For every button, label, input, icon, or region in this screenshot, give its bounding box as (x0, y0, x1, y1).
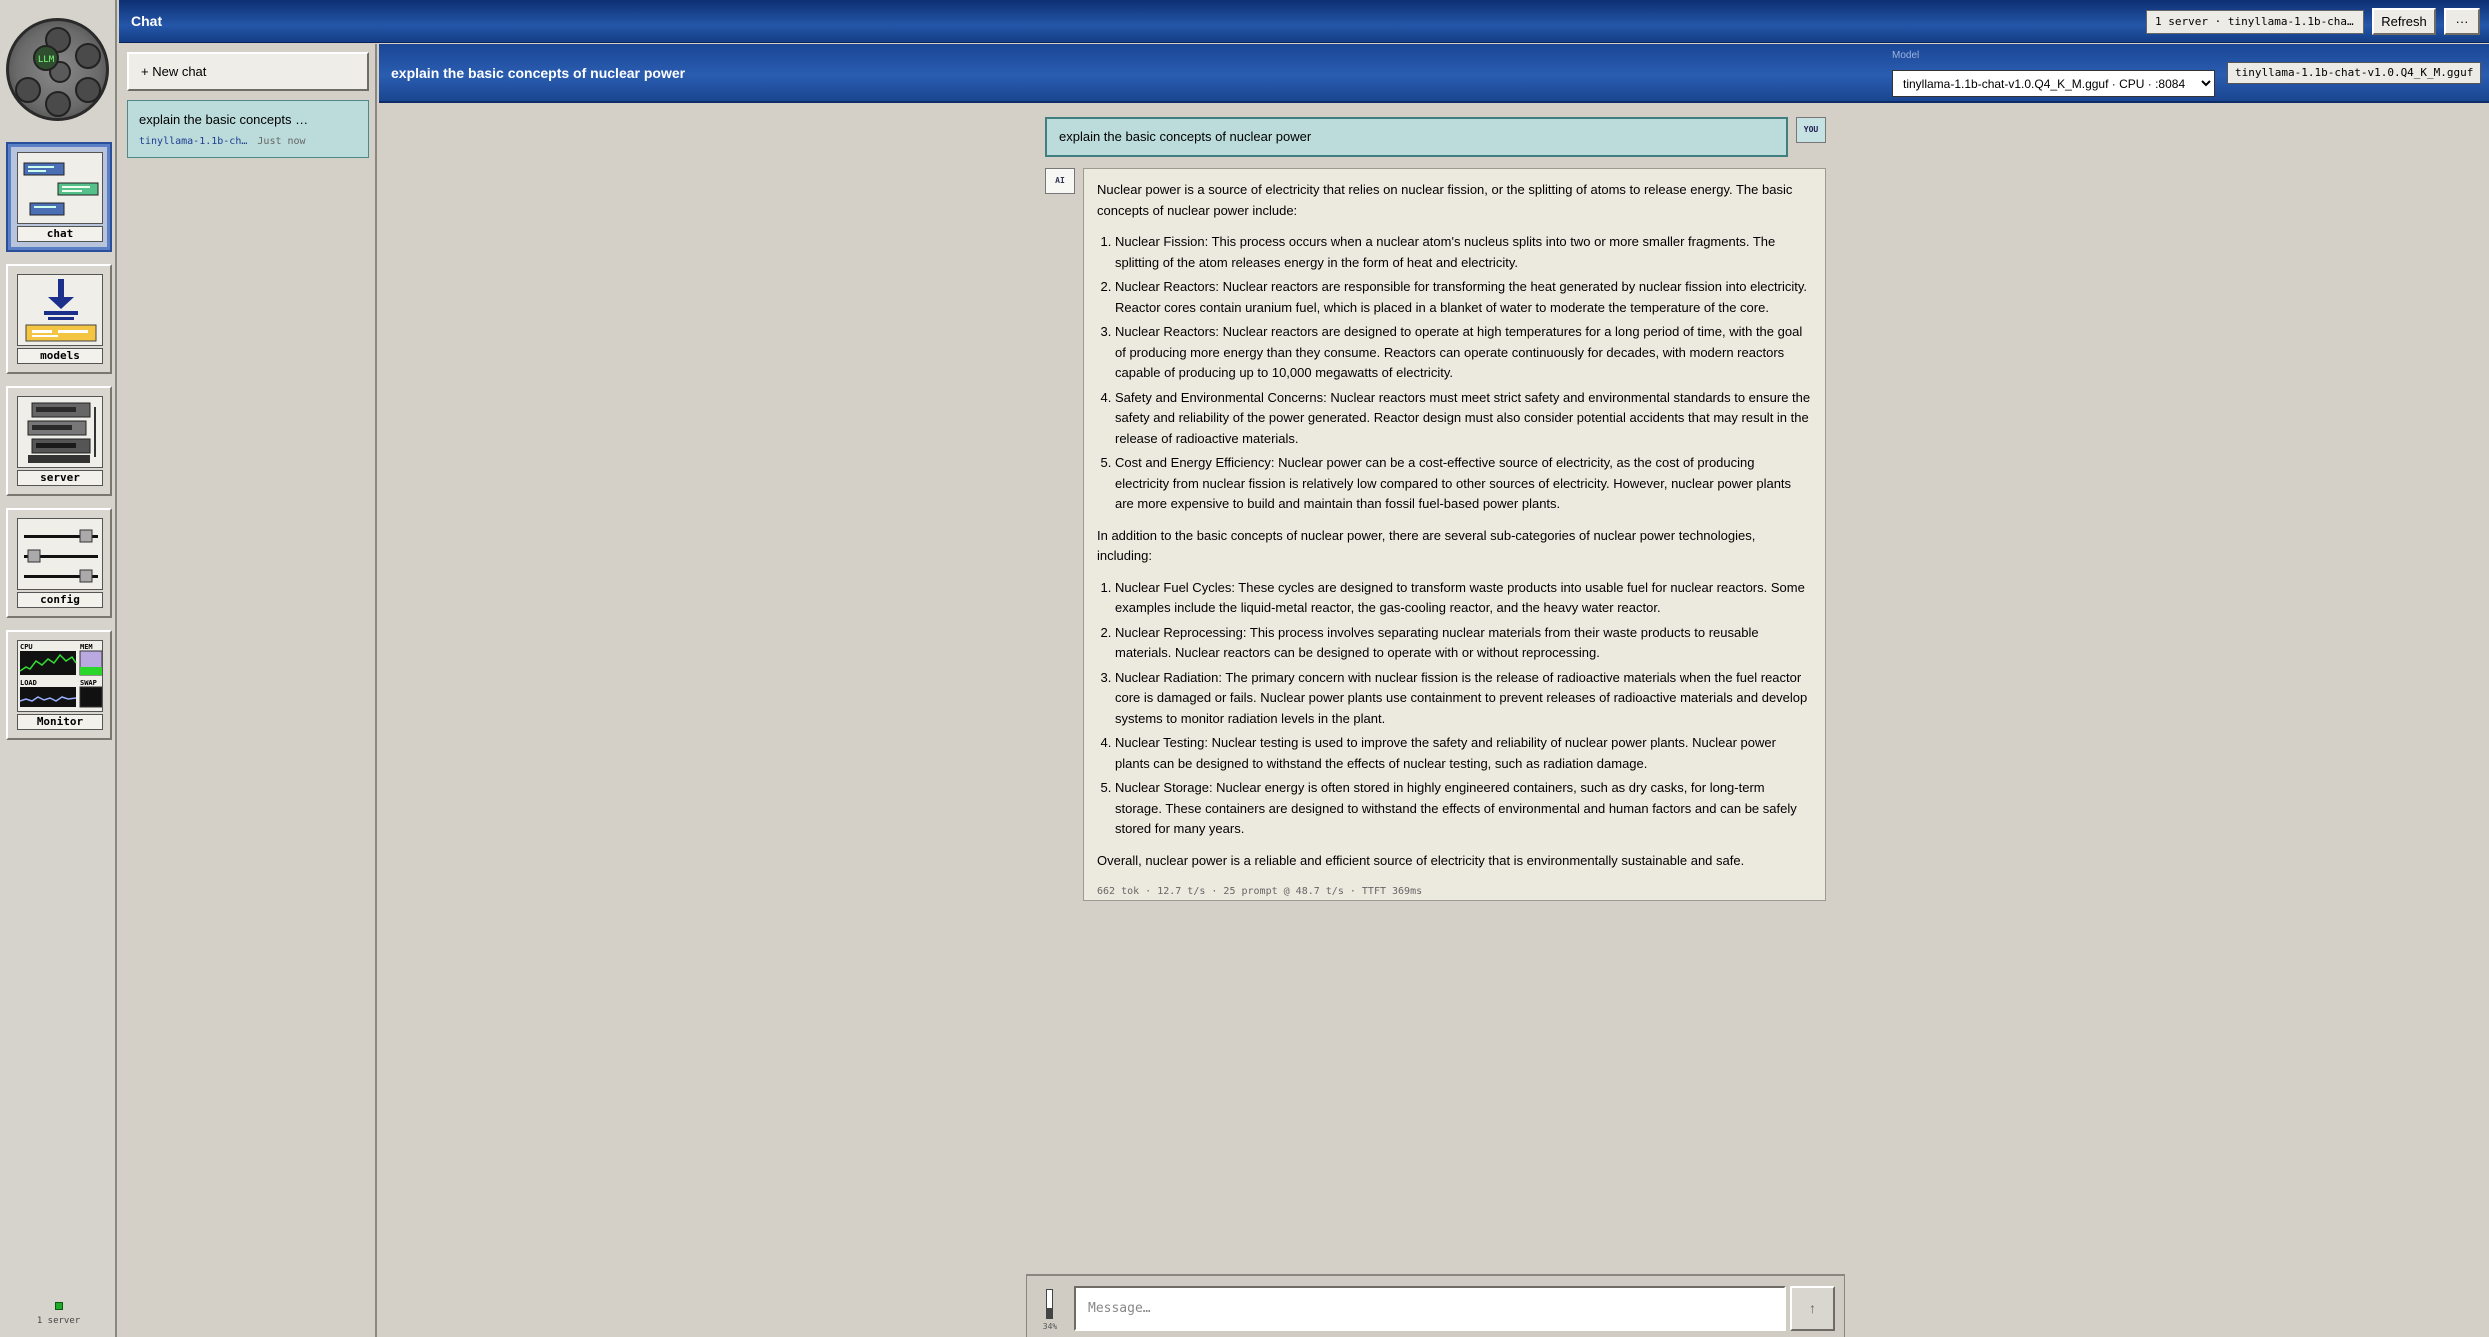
list-item: Nuclear Reactors: Nuclear reactors are r… (1115, 277, 1812, 318)
conversation-meta: tinyllama-1.1b-ch… Just now (139, 136, 306, 147)
server-status: 1 server (0, 1302, 117, 1326)
app-dock: LLM chat models server config CPU MEM LO… (0, 0, 117, 1337)
list-item: Nuclear Reactors: Nuclear reactors are d… (1115, 322, 1812, 384)
refresh-button[interactable]: Refresh (2372, 8, 2436, 35)
dock-item-server[interactable]: server (6, 386, 112, 496)
cpu-label: CPU (20, 643, 33, 651)
list-item: Nuclear Testing: Nuclear testing is used… (1115, 733, 1812, 774)
window-title: Chat (131, 13, 163, 29)
logo-chamber (75, 77, 101, 103)
model-select[interactable]: tinyllama-1.1b-chat-v1.0.Q4_K_M.gguf · C… (1892, 70, 2215, 97)
title-bar: Chat 1 server · tinyllama-1.1b-cha… Refr… (119, 0, 2489, 43)
dock-item-models[interactable]: models (6, 264, 112, 374)
sliders-icon (17, 518, 103, 590)
dock-item-label: chat (17, 226, 103, 242)
new-chat-button[interactable]: + New chat (127, 52, 369, 91)
list-item: Nuclear Reprocessing: This process invol… (1115, 623, 1812, 664)
conversation-time: Just now (257, 136, 306, 147)
generation-stats: 662 tok · 12.7 t/s · 25 prompt @ 48.7 t/… (1097, 886, 1423, 897)
logo-chamber (75, 43, 101, 69)
conversation-model: tinyllama-1.1b-ch… (139, 136, 248, 147)
chat-header: explain the basic concepts of nuclear po… (379, 44, 2489, 103)
server-pill[interactable]: 1 server · tinyllama-1.1b-cha… (2146, 10, 2364, 34)
logo-label: LLM (33, 45, 59, 71)
send-button[interactable]: ↑ (1790, 1286, 1835, 1331)
swap-label: SWAP (80, 679, 97, 687)
logo-chamber (45, 91, 71, 117)
dock-item-label: models (17, 348, 103, 364)
list-item: Cost and Energy Efficiency: Nuclear powe… (1115, 453, 1812, 515)
logo-chamber (15, 77, 41, 103)
dock-item-label: config (17, 592, 103, 608)
context-percent: 34% (1042, 1322, 1058, 1331)
dock-item-config[interactable]: config (6, 508, 112, 618)
user-badge: YOU (1796, 117, 1826, 143)
chat-title: explain the basic concepts of nuclear po… (391, 65, 686, 81)
ai-middle: In addition to the basic concepts of nuc… (1097, 527, 1756, 564)
conversation-item[interactable]: explain the basic concepts … tinyllama-1… (127, 100, 369, 158)
model-label: Model (1892, 50, 1920, 61)
list-item: Nuclear Fuel Cycles: These cycles are de… (1115, 578, 1812, 619)
user-message: explain the basic concepts of nuclear po… (1045, 117, 1788, 157)
mem-label: MEM (80, 643, 93, 651)
app-logo: LLM (6, 18, 109, 121)
status-led-icon (54, 1302, 63, 1310)
list-item: Nuclear Storage: Nuclear energy is often… (1115, 778, 1812, 840)
list-item: Nuclear Radiation: The primary concern w… (1115, 668, 1812, 730)
more-button[interactable]: ··· (2444, 8, 2480, 35)
dock-item-chat[interactable]: chat (6, 142, 112, 252)
model-pill: tinyllama-1.1b-chat-v1.0.Q4_K_M.gguf (2227, 62, 2482, 84)
composer: 34% ↑ (1026, 1274, 1845, 1337)
conversation-sidebar: + New chat explain the basic concepts … … (119, 44, 377, 1337)
load-label: LOAD (20, 679, 37, 687)
server-status-text: 1 server (36, 1316, 81, 1326)
ai-message: Nuclear power is a source of electricity… (1083, 168, 1826, 901)
ai-badge: AI (1045, 168, 1075, 194)
monitor-icon: CPU MEM LOAD SWAP (17, 640, 103, 712)
list-item: Safety and Environmental Concerns: Nucle… (1115, 388, 1812, 450)
concepts-list: Nuclear Fission: This process occurs whe… (1097, 232, 1812, 515)
chat-icon (17, 152, 103, 224)
list-item: Nuclear Fission: This process occurs whe… (1115, 232, 1812, 273)
technologies-list: Nuclear Fuel Cycles: These cycles are de… (1097, 578, 1812, 840)
dock-item-label: Monitor (17, 714, 103, 730)
models-icon (17, 274, 103, 346)
ai-intro: Nuclear power is a source of electricity… (1097, 182, 1793, 218)
context-meter (1046, 1289, 1053, 1319)
message-input[interactable] (1074, 1286, 1786, 1331)
dock-item-label: server (17, 470, 103, 486)
conversation-title: explain the basic concepts … (139, 112, 309, 127)
dock-item-monitor[interactable]: CPU MEM LOAD SWAP Monitor (6, 630, 112, 740)
context-meter-fill (1047, 1308, 1052, 1318)
ai-conclusion: Overall, nuclear power is a reliable and… (1097, 852, 1745, 868)
server-icon (17, 396, 103, 468)
